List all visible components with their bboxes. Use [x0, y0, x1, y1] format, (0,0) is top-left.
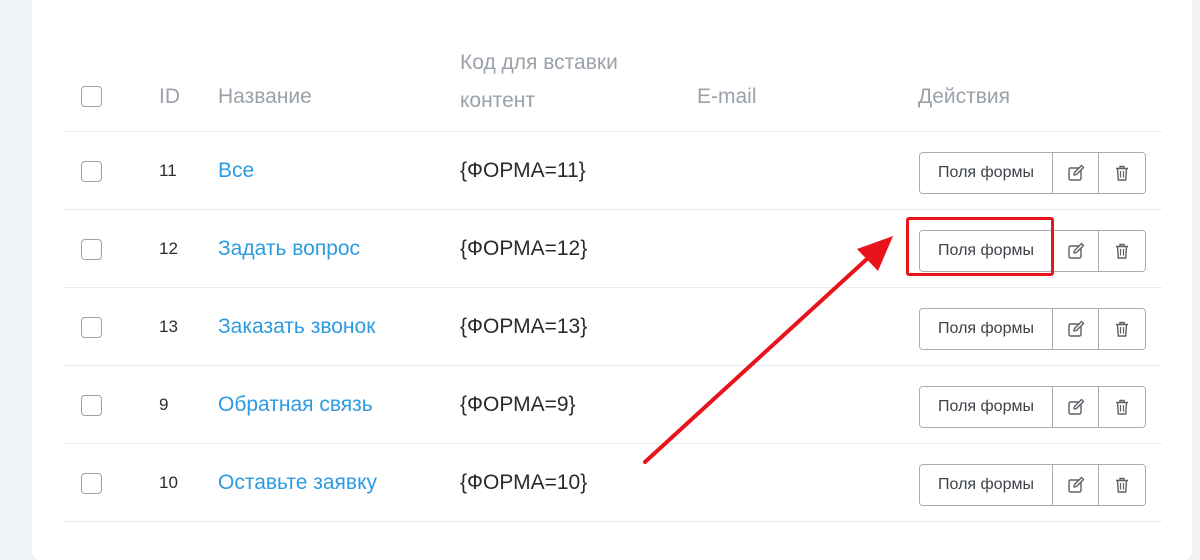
select-all-checkbox[interactable]: [81, 86, 102, 107]
form-fields-button[interactable]: Поля формы: [920, 387, 1053, 427]
table-row: 11 Все {ФОРМА=11} Поля формы: [64, 132, 1162, 210]
row-code: {ФОРМА=13}: [460, 315, 588, 338]
edit-button[interactable]: [1053, 309, 1099, 349]
row-code: {ФОРМА=9}: [460, 393, 576, 416]
row-code: {ФОРМА=12}: [460, 237, 588, 260]
edit-icon: [1067, 398, 1084, 415]
row-actions: Поля формы: [919, 152, 1146, 194]
form-fields-button[interactable]: Поля формы: [920, 309, 1053, 349]
delete-button[interactable]: [1099, 309, 1145, 349]
row-name-link[interactable]: Оставьте заявку: [218, 444, 377, 521]
edit-icon: [1067, 320, 1084, 337]
edit-icon: [1067, 476, 1084, 493]
edit-icon: [1067, 242, 1084, 259]
row-actions: Поля формы: [919, 308, 1146, 350]
annotation-highlight-box: [906, 217, 1054, 276]
row-actions: Поля формы: [919, 464, 1146, 506]
row-code: {ФОРМА=10}: [460, 471, 588, 494]
edit-button[interactable]: [1053, 465, 1099, 505]
row-id: 11: [159, 161, 177, 180]
header-actions: Действия: [918, 85, 1011, 108]
trash-icon: [1116, 399, 1128, 415]
trash-icon: [1116, 321, 1128, 337]
row-id: 13: [159, 317, 178, 336]
row-name-link[interactable]: Обратная связь: [218, 366, 373, 443]
edit-button[interactable]: [1053, 231, 1099, 271]
delete-button[interactable]: [1099, 465, 1145, 505]
table-row: 13 Заказать звонок {ФОРМА=13} Поля формы: [64, 288, 1162, 366]
edit-icon: [1067, 164, 1084, 181]
header-code: Код для вставки контент: [460, 44, 670, 120]
header-name: Название: [218, 85, 312, 108]
row-id: 12: [159, 239, 178, 258]
row-checkbox[interactable]: [81, 239, 102, 260]
row-checkbox[interactable]: [81, 317, 102, 338]
row-name-link[interactable]: Все: [218, 132, 254, 209]
row-name-link[interactable]: Заказать звонок: [218, 288, 375, 365]
table-row: 10 Оставьте заявку {ФОРМА=10} Поля формы: [64, 444, 1162, 522]
header-email: E-mail: [697, 85, 757, 108]
row-code: {ФОРМА=11}: [460, 159, 586, 182]
form-fields-button[interactable]: Поля формы: [920, 153, 1053, 193]
row-actions: Поля формы: [919, 386, 1146, 428]
trash-icon: [1116, 165, 1128, 181]
header-code-line2: контент: [460, 89, 535, 112]
row-id: 9: [159, 395, 169, 414]
form-fields-button[interactable]: Поля формы: [920, 465, 1053, 505]
header-code-line1: Код для вставки: [460, 51, 618, 74]
trash-icon: [1116, 477, 1128, 493]
delete-button[interactable]: [1099, 153, 1145, 193]
row-checkbox[interactable]: [81, 395, 102, 416]
row-checkbox[interactable]: [81, 473, 102, 494]
table-header: ID Название Код для вставки контент E-ma…: [64, 0, 1162, 132]
table-row: 9 Обратная связь {ФОРМА=9} Поля формы: [64, 366, 1162, 444]
row-id: 10: [159, 473, 178, 492]
delete-button[interactable]: [1099, 387, 1145, 427]
trash-icon: [1116, 243, 1128, 259]
header-id: ID: [159, 85, 180, 108]
edit-button[interactable]: [1053, 387, 1099, 427]
row-name-link[interactable]: Задать вопрос: [218, 210, 360, 287]
row-checkbox[interactable]: [81, 161, 102, 182]
edit-button[interactable]: [1053, 153, 1099, 193]
delete-button[interactable]: [1099, 231, 1145, 271]
